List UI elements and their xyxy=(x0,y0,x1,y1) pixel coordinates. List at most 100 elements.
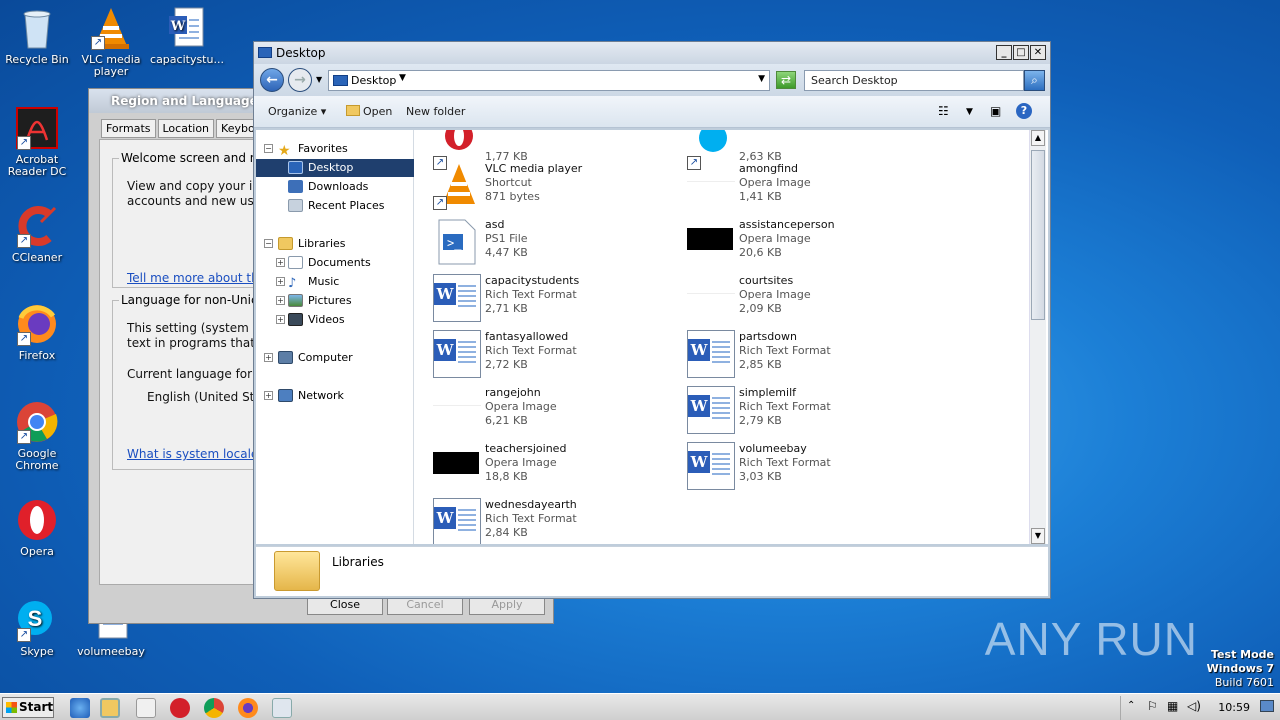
breadcrumb-chevron-icon[interactable]: ▼ xyxy=(399,73,406,83)
opera-taskbar-icon[interactable] xyxy=(170,698,190,718)
network-tray-icon[interactable]: ▦ xyxy=(1167,699,1178,713)
start-button[interactable]: Start xyxy=(2,697,54,718)
address-box[interactable]: Desktop ▼ ▼ xyxy=(328,70,770,91)
scroll-thumb[interactable] xyxy=(1031,150,1045,320)
desktop-icon-chrome[interactable]: ↗ Google Chrome xyxy=(0,400,74,472)
refresh-button[interactable]: ⇄ xyxy=(776,71,796,89)
nav-favorites[interactable]: − ★ Favorites xyxy=(256,140,414,159)
media-player-icon[interactable] xyxy=(136,698,156,718)
file-item[interactable]: W partsdown Rich Text Format 2,85 KB xyxy=(687,326,937,380)
system-locale-link[interactable]: What is system locale? xyxy=(127,447,265,461)
nav-desktop[interactable]: Desktop xyxy=(256,159,414,177)
file-item[interactable]: W simplemilf Rich Text Format 2,79 KB xyxy=(687,382,937,436)
file-item[interactable]: courtsites Opera Image 2,09 KB xyxy=(687,270,937,324)
tell-me-more-link[interactable]: Tell me more about the xyxy=(127,271,266,285)
explorer-taskbar-icon[interactable] xyxy=(100,698,120,718)
nav-recent-places[interactable]: Recent Places xyxy=(256,197,414,215)
preview-pane-icon[interactable]: ▣ xyxy=(990,104,1001,118)
file-item[interactable]: >_ asd PS1 File 4,47 KB xyxy=(433,214,683,268)
navigation-pane: − ★ Favorites Desktop Downloads Recent P… xyxy=(256,130,414,544)
clock[interactable]: 10:59 xyxy=(1218,701,1250,714)
flag-icon[interactable]: ⚐ xyxy=(1147,699,1158,713)
open-button[interactable]: Open xyxy=(346,105,392,118)
desktop-icon-recycle-bin[interactable]: Recycle Bin xyxy=(0,6,74,66)
network-icon xyxy=(278,389,293,402)
shortcut-arrow-icon: ↗ xyxy=(17,628,31,642)
libraries-folder-icon xyxy=(274,551,320,591)
desktop-icon-ccleaner[interactable]: ↗ CCleaner xyxy=(0,204,74,264)
image-thumbnail xyxy=(687,178,735,182)
image-thumbnail xyxy=(687,290,735,294)
word-document-icon: W xyxy=(433,330,481,378)
view-options-icon[interactable]: ☷ xyxy=(938,104,949,118)
system-tray: ⌃ ⚐ ▦ ◁) 10:59 xyxy=(1120,696,1280,720)
details-pane: Libraries xyxy=(256,546,1048,596)
recent-pages-dropdown[interactable]: ▼ xyxy=(316,75,322,84)
new-folder-button[interactable]: New folder xyxy=(406,105,465,118)
shortcut-arrow-icon: ↗ xyxy=(17,430,31,444)
close-window-button[interactable]: ✕ xyxy=(1030,45,1046,60)
show-hidden-icons[interactable]: ⌃ xyxy=(1127,700,1135,711)
nav-libraries[interactable]: − Libraries xyxy=(256,235,414,253)
nav-videos[interactable]: + Videos xyxy=(256,311,414,329)
file-item[interactable]: teachersjoined Opera Image 18,8 KB xyxy=(433,438,683,492)
chrome-taskbar-icon[interactable] xyxy=(204,698,224,718)
organize-button[interactable]: Organize ▾ xyxy=(268,105,326,118)
tab-formats[interactable]: Formats xyxy=(101,119,156,138)
recent-places-icon xyxy=(288,199,303,212)
ie-icon[interactable] xyxy=(70,698,90,718)
search-input[interactable]: Search Desktop xyxy=(804,70,1024,91)
maximize-button[interactable]: □ xyxy=(1013,45,1029,60)
image-thumbnail xyxy=(687,228,733,250)
desktop-icon-acrobat[interactable]: ↗ Acrobat Reader DC xyxy=(0,106,74,178)
desktop-icon-capacitystudents[interactable]: W capacitystu... xyxy=(150,6,224,66)
desktop-icon-firefox[interactable]: ↗ Firefox xyxy=(0,302,74,362)
desktop-folder-icon xyxy=(258,47,272,58)
nav-network[interactable]: + Network xyxy=(256,387,414,405)
file-item[interactable]: W fantasyallowed Rich Text Format 2,72 K… xyxy=(433,326,683,380)
scroll-up-button[interactable]: ▲ xyxy=(1031,130,1045,146)
vlc-icon: ↗ xyxy=(433,162,481,210)
file-item[interactable]: assistanceperson Opera Image 20,6 KB xyxy=(687,214,937,268)
desktop-icon-opera[interactable]: Opera xyxy=(0,498,74,558)
vertical-scrollbar[interactable]: ▲ ▼ xyxy=(1029,130,1046,544)
nav-documents[interactable]: + Documents xyxy=(256,254,414,272)
file-item[interactable]: W volumeebay Rich Text Format 3,03 KB xyxy=(687,438,937,492)
shortcut-arrow-icon: ↗ xyxy=(17,136,31,150)
scroll-down-button[interactable]: ▼ xyxy=(1031,528,1045,544)
nav-downloads[interactable]: Downloads xyxy=(256,178,414,196)
desktop-icon-vlc[interactable]: ↗ VLC media player xyxy=(74,6,148,78)
address-bar-row: ← → ▼ Desktop ▼ ▼ ⇄ Search Desktop ⌕ xyxy=(254,64,1050,96)
forward-button[interactable]: → xyxy=(288,68,312,92)
explorer-titlebar[interactable]: Desktop _ □ ✕ xyxy=(254,42,1050,64)
file-item[interactable]: rangejohn Opera Image 6,21 KB xyxy=(433,382,683,436)
explorer-window[interactable]: Desktop _ □ ✕ ← → ▼ Desktop ▼ ▼ ⇄ Search… xyxy=(253,41,1051,599)
downloads-icon xyxy=(288,180,303,193)
tab-location[interactable]: Location xyxy=(157,119,215,138)
search-icon[interactable]: ⌕ xyxy=(1024,70,1045,91)
file-item[interactable]: amongfind Opera Image 1,41 KB xyxy=(687,158,937,212)
show-desktop-icon[interactable] xyxy=(1260,700,1274,712)
file-item[interactable]: W wednesdayearth Rich Text Format 2,84 K… xyxy=(433,494,683,544)
file-item[interactable]: W capacitystudents Rich Text Format 2,71… xyxy=(433,270,683,324)
word-document-icon: W xyxy=(433,498,481,544)
os-info: Test Mode Windows 7 Build 7601 xyxy=(1207,648,1274,690)
svg-text:W: W xyxy=(170,19,186,34)
nav-music[interactable]: + ♪ Music xyxy=(256,273,414,291)
videos-icon xyxy=(288,313,303,326)
back-button[interactable]: ← xyxy=(260,68,284,92)
file-item[interactable]: ↗ VLC media player Shortcut 871 bytes xyxy=(433,158,683,212)
ccleaner-icon: ↗ xyxy=(15,204,59,248)
minimize-button[interactable]: _ xyxy=(996,45,1012,60)
desktop-icon-skype[interactable]: S ↗ Skype xyxy=(0,598,74,658)
help-icon[interactable]: ? xyxy=(1016,103,1032,119)
os-info-line3: Build 7601 xyxy=(1214,676,1274,689)
firefox-taskbar-icon[interactable] xyxy=(238,698,258,718)
volume-icon[interactable]: ◁) xyxy=(1187,699,1201,713)
view-dropdown-icon[interactable]: ▼ xyxy=(966,107,973,117)
region-settings-taskbar-icon[interactable] xyxy=(272,698,292,718)
nav-computer[interactable]: + Computer xyxy=(256,349,414,367)
address-dropdown-icon[interactable]: ▼ xyxy=(758,74,765,84)
skype-icon: S ↗ xyxy=(15,598,59,642)
nav-pictures[interactable]: + Pictures xyxy=(256,292,414,310)
